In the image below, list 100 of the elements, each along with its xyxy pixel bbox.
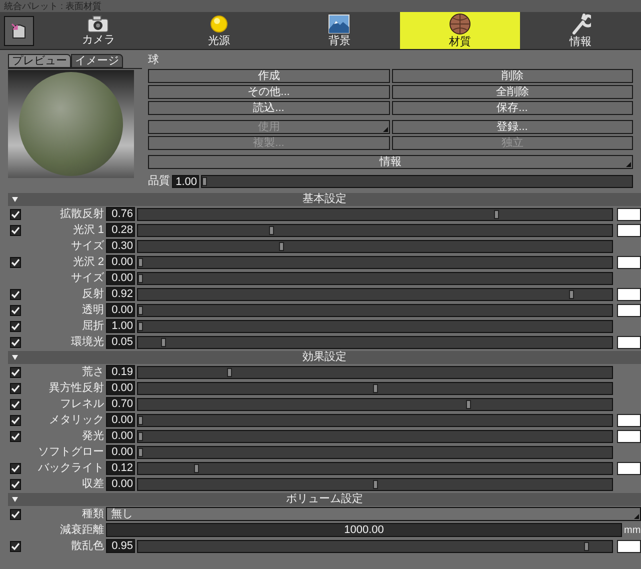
slider-track[interactable]: [137, 478, 613, 490]
checkbox[interactable]: [10, 508, 21, 520]
action-button[interactable]: 保存...: [392, 101, 633, 115]
slider-thumb[interactable]: [269, 226, 274, 234]
value-field[interactable]: 1.00: [106, 319, 135, 333]
slider-track[interactable]: [137, 462, 613, 474]
slider-track[interactable]: [137, 414, 613, 426]
checkbox[interactable]: [10, 304, 21, 316]
slider-thumb[interactable]: [138, 322, 143, 330]
value-field[interactable]: 0.70: [106, 397, 135, 411]
slider-thumb[interactable]: [494, 210, 500, 218]
slider-track[interactable]: [137, 208, 613, 220]
value-field[interactable]: 0.00: [106, 429, 135, 443]
checkbox[interactable]: [10, 382, 21, 394]
distance-field[interactable]: 1000.00: [106, 523, 622, 537]
value-field[interactable]: 0.00: [106, 413, 135, 427]
slider-thumb[interactable]: [138, 258, 143, 266]
checkbox[interactable]: [10, 256, 21, 268]
slider-track[interactable]: [137, 336, 613, 348]
action-button[interactable]: 削除: [392, 69, 633, 83]
section-header[interactable]: 基本設定: [8, 192, 641, 206]
slider-track[interactable]: [137, 240, 613, 252]
slider-track[interactable]: [137, 256, 613, 268]
color-swatch[interactable]: [617, 430, 641, 442]
type-select[interactable]: 無し: [106, 507, 641, 521]
checkbox[interactable]: [10, 320, 21, 332]
checkbox[interactable]: [10, 224, 21, 236]
color-swatch[interactable]: [617, 336, 641, 348]
preview-tab[interactable]: イメージ: [71, 54, 123, 68]
slider-thumb[interactable]: [372, 384, 378, 392]
slider-track[interactable]: [137, 320, 613, 332]
color-swatch[interactable]: [617, 414, 641, 426]
action-button[interactable]: 登録...: [392, 120, 633, 134]
value-field[interactable]: 0.05: [106, 335, 135, 349]
slider-track[interactable]: [137, 224, 613, 236]
section-header[interactable]: 効果設定: [8, 350, 641, 364]
value-field[interactable]: 0.28: [106, 223, 135, 237]
color-swatch[interactable]: [617, 224, 641, 236]
color-swatch[interactable]: [617, 540, 641, 552]
checkbox[interactable]: [10, 336, 21, 348]
checkbox[interactable]: [10, 288, 21, 300]
value-field[interactable]: 0.12: [106, 461, 135, 475]
slider-track[interactable]: [137, 540, 613, 552]
checkbox[interactable]: [10, 462, 21, 474]
color-swatch[interactable]: [617, 462, 641, 474]
slider-thumb[interactable]: [227, 368, 232, 376]
value-field[interactable]: 0.92: [106, 287, 135, 301]
checkbox[interactable]: [10, 430, 21, 442]
slider-track[interactable]: [137, 382, 613, 394]
slider-thumb[interactable]: [138, 448, 143, 456]
slider-track[interactable]: [137, 366, 613, 378]
color-swatch[interactable]: [617, 256, 641, 268]
slider-thumb[interactable]: [138, 306, 143, 314]
color-swatch[interactable]: [617, 304, 641, 316]
value-field[interactable]: 0.00: [106, 255, 135, 269]
action-button[interactable]: その他...: [148, 85, 390, 99]
slider-thumb[interactable]: [466, 400, 472, 408]
palette-toggle-icon[interactable]: [4, 16, 34, 46]
action-button[interactable]: 作成: [148, 69, 390, 83]
toolbar-tab[interactable]: 背景: [279, 12, 400, 49]
preview-tab[interactable]: プレビュー: [8, 54, 71, 68]
action-button[interactable]: 読込...: [148, 101, 390, 115]
value-field[interactable]: 0.00: [106, 271, 135, 285]
checkbox[interactable]: [10, 208, 21, 220]
value-field[interactable]: 0.95: [106, 539, 135, 553]
checkbox[interactable]: [10, 540, 21, 552]
color-swatch[interactable]: [617, 208, 641, 220]
slider-thumb[interactable]: [194, 464, 200, 472]
slider-track[interactable]: [137, 272, 613, 284]
checkbox[interactable]: [10, 414, 21, 426]
value-field[interactable]: 0.76: [106, 207, 135, 221]
value-field[interactable]: 0.00: [106, 477, 135, 491]
slider-track[interactable]: [137, 398, 613, 410]
slider-track[interactable]: [137, 304, 613, 316]
quality-value[interactable]: 1.00: [172, 174, 199, 188]
toolbar-tab[interactable]: 材質: [400, 12, 520, 49]
checkbox[interactable]: [10, 366, 21, 378]
value-field[interactable]: 0.00: [106, 381, 135, 395]
slider-thumb[interactable]: [278, 242, 284, 250]
slider-thumb[interactable]: [138, 274, 143, 282]
value-field[interactable]: 0.19: [106, 365, 135, 379]
slider-thumb[interactable]: [138, 432, 143, 440]
value-field[interactable]: 0.30: [106, 239, 135, 253]
toolbar-tab[interactable]: 光源: [158, 12, 280, 49]
action-button[interactable]: 全削除: [392, 85, 633, 99]
value-field[interactable]: 0.00: [106, 303, 135, 317]
toolbar-tab[interactable]: 情報: [520, 12, 641, 49]
slider-thumb[interactable]: [161, 338, 166, 346]
slider-track[interactable]: [201, 174, 633, 188]
section-header[interactable]: ボリューム設定: [8, 492, 641, 506]
color-swatch[interactable]: [617, 288, 641, 300]
value-field[interactable]: 0.00: [106, 445, 135, 459]
info-dropdown-button[interactable]: 情報: [148, 155, 633, 169]
slider-track[interactable]: [137, 430, 613, 442]
checkbox[interactable]: [10, 478, 21, 490]
slider-thumb[interactable]: [569, 290, 574, 298]
slider-track[interactable]: [137, 288, 613, 300]
slider-thumb[interactable]: [372, 480, 378, 488]
slider-track[interactable]: [137, 446, 613, 458]
checkbox[interactable]: [10, 398, 21, 410]
